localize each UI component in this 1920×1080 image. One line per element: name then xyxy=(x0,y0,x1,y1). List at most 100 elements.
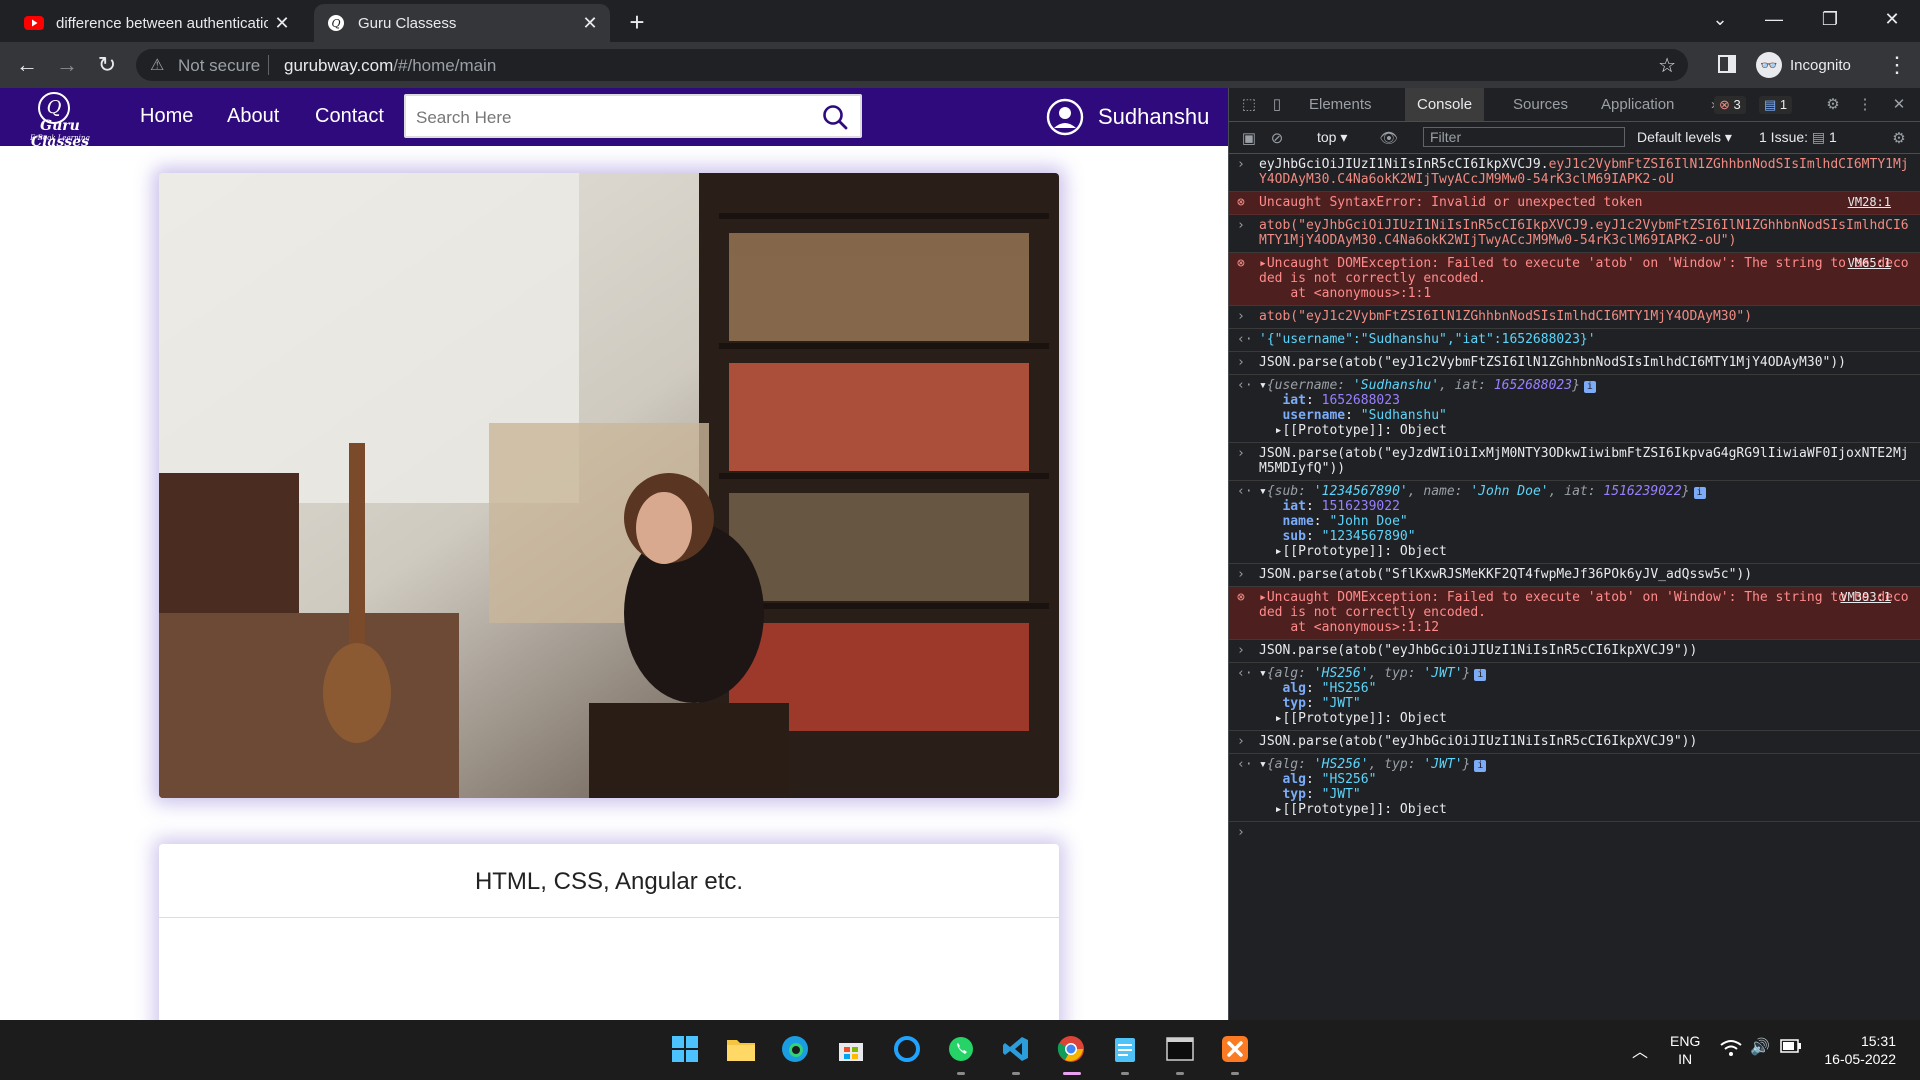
xampp-icon[interactable] xyxy=(1220,1034,1250,1064)
address-bar[interactable]: ⚠ Not secure gurubway.com/#/home/main ☆ xyxy=(136,49,1688,81)
url-text: gurubway.com/#/home/main xyxy=(284,56,496,76)
result-arrow-icon: ‹· xyxy=(1237,666,1253,681)
info-icon[interactable]: i xyxy=(1583,381,1596,393)
tab-sources[interactable]: Sources xyxy=(1501,88,1580,121)
source-link[interactable]: VM65:1 xyxy=(1848,256,1891,271)
browser-menu-icon[interactable]: ⋮ xyxy=(1886,50,1908,80)
console-prompt[interactable]: › xyxy=(1229,822,1920,840)
nav-contact[interactable]: Contact xyxy=(315,105,384,128)
error-text: Uncaught SyntaxError: Invalid or unexpec… xyxy=(1259,195,1643,210)
console-text: "HS256" xyxy=(1321,681,1377,696)
logo-tagline: E-Book Learning xyxy=(30,134,90,142)
user-menu[interactable]: Sudhanshu xyxy=(1046,96,1209,138)
console-settings-gear-icon[interactable]: ⚙ xyxy=(1889,129,1909,149)
vscode-icon[interactable] xyxy=(1001,1034,1031,1064)
course-card[interactable]: HTML, CSS, Angular etc. xyxy=(159,844,1059,1020)
console-object-result[interactable]: ‹· ▾{username: 'Sudhanshu', iat: 16526880… xyxy=(1229,375,1920,443)
new-tab-button[interactable]: + xyxy=(622,8,652,38)
source-link[interactable]: VM28:1 xyxy=(1848,195,1891,210)
tab-guru-classess[interactable]: Q Guru Classess ✕ xyxy=(314,4,610,42)
error-icon: ⊗ xyxy=(1237,256,1245,271)
bookmark-star-icon[interactable]: ☆ xyxy=(1658,53,1676,78)
console-text: '1234567890' xyxy=(1313,484,1408,499)
search-input[interactable] xyxy=(414,104,808,132)
side-panel-icon[interactable] xyxy=(1718,55,1736,73)
source-link[interactable]: VM393:1 xyxy=(1840,590,1891,605)
battery-icon[interactable] xyxy=(1780,1039,1802,1056)
wifi-icon[interactable] xyxy=(1720,1039,1742,1060)
console-text: 'JWT' xyxy=(1423,757,1463,772)
error-stack: at <anonymous>:1:1 xyxy=(1290,286,1432,301)
clock[interactable]: 15:31 16-05-2022 xyxy=(1818,1032,1896,1068)
console-input-line[interactable]: › JSON.parse(atob("eyJzdWIiOiIxMjM0NTY3OD… xyxy=(1229,443,1920,481)
language-indicator[interactable]: ENG IN xyxy=(1670,1032,1700,1068)
console-object-result[interactable]: ‹· ▾{alg: 'HS256', typ: 'JWT'} i alg: "HS2… xyxy=(1229,754,1920,822)
console-object-result[interactable]: ‹· ▾{alg: 'HS256', typ: 'JWT'} i alg: "HS2… xyxy=(1229,663,1920,731)
console-input-line[interactable]: › JSON.parse(atob("SflKxwRJSMeKKF2QT4fwpM… xyxy=(1229,564,1920,587)
whatsapp-icon[interactable] xyxy=(946,1034,976,1064)
console-input-line[interactable]: › JSON.parse(atob("eyJ1c2VybmFtZSI6IlN1ZG… xyxy=(1229,352,1920,375)
tab-search-chevron-icon[interactable]: ⌄ xyxy=(1692,0,1748,38)
tab-youtube[interactable]: difference between authenticatio ✕ xyxy=(12,4,302,42)
console-text: "Sudhanshu" xyxy=(1360,408,1447,423)
tab-title: Guru Classess xyxy=(358,14,457,32)
site-logo[interactable]: Q Guru Classes E-Book Learning xyxy=(10,92,110,150)
devtools-menu-icon[interactable]: ⋮ xyxy=(1855,95,1875,115)
time-label: 15:31 xyxy=(1860,1033,1896,1049)
forward-arrow-icon[interactable]: → xyxy=(52,50,82,80)
error-count-badge[interactable]: ⊗ 3 xyxy=(1714,96,1746,114)
console-input-line[interactable]: › eyJhbGciOiJIUzI1NiIsInR5cCI6IkpXVCJ9.ey… xyxy=(1229,154,1920,192)
tab-console[interactable]: Console xyxy=(1405,88,1485,121)
close-window-icon[interactable]: ✕ xyxy=(1864,0,1920,38)
info-icon[interactable]: i xyxy=(1474,760,1487,772)
nav-home[interactable]: Home xyxy=(140,105,193,128)
message-count-badge[interactable]: ▤ 1 xyxy=(1759,96,1793,114)
nav-about[interactable]: About xyxy=(227,105,279,128)
console-error-line[interactable]: ⊗ Uncaught SyntaxError: Invalid or unexpe… xyxy=(1229,192,1920,215)
console-input-line[interactable]: › atob("eyJhbGciOiJIUzI1NiIsInR5cCI6IkpXV… xyxy=(1229,215,1920,253)
search-icon[interactable] xyxy=(822,104,848,130)
edge-icon[interactable] xyxy=(780,1034,810,1064)
reload-icon[interactable]: ↻ xyxy=(92,50,122,80)
context-selector[interactable]: top ▾ xyxy=(1317,129,1347,146)
chrome-icon[interactable] xyxy=(1056,1034,1086,1064)
incognito-profile-button[interactable]: 👓 Incognito xyxy=(1756,50,1851,80)
back-arrow-icon[interactable]: ← xyxy=(12,50,42,80)
tab-application[interactable]: Application xyxy=(1589,88,1686,121)
notepad-icon[interactable] xyxy=(1110,1034,1140,1064)
inspect-element-icon[interactable]: ⬚ xyxy=(1239,95,1259,115)
clear-console-icon[interactable]: ⊘ xyxy=(1267,129,1287,149)
console-error-line[interactable]: ⊗ ▸Uncaught DOMException: Failed to execu… xyxy=(1229,587,1920,640)
issues-label: 1 Issue: xyxy=(1759,129,1809,145)
live-expression-eye-icon[interactable]: 👁 xyxy=(1379,129,1399,149)
settings-gear-icon[interactable]: ⚙ xyxy=(1823,95,1843,115)
terminal-icon[interactable] xyxy=(1165,1034,1195,1064)
issues-button[interactable]: 1 Issue: ▤ 1 xyxy=(1759,129,1837,146)
show-hidden-icons-chevron-icon[interactable]: ︿ xyxy=(1632,1038,1648,1062)
device-toolbar-icon[interactable]: ▯ xyxy=(1267,95,1287,115)
info-icon[interactable]: i xyxy=(1474,669,1487,681)
console-object-result[interactable]: ‹· ▾{sub: '1234567890', name: 'John Doe',… xyxy=(1229,481,1920,564)
close-tab-icon[interactable]: ✕ xyxy=(268,13,296,34)
region-label: IN xyxy=(1678,1051,1693,1067)
restore-icon[interactable]: ❐ xyxy=(1802,0,1858,38)
console-filter-input[interactable] xyxy=(1423,127,1625,147)
console-input-line[interactable]: › JSON.parse(atob("eyJhbGciOiJIUzI1NiIsIn… xyxy=(1229,731,1920,754)
windows-start-icon[interactable] xyxy=(670,1034,700,1064)
console-text: "1234567890" xyxy=(1321,529,1416,544)
close-devtools-icon[interactable]: ✕ xyxy=(1889,95,1909,115)
info-icon[interactable]: i xyxy=(1693,487,1706,499)
log-levels-dropdown[interactable]: Default levels ▾ xyxy=(1637,129,1732,146)
console-input-line[interactable]: › JSON.parse(atob("eyJhbGciOiJIUzI1NiIsIn… xyxy=(1229,640,1920,663)
close-tab-icon[interactable]: ✕ xyxy=(576,13,604,34)
store-icon[interactable] xyxy=(836,1034,866,1064)
volume-icon[interactable]: 🔊 xyxy=(1750,1037,1770,1057)
console-input-line[interactable]: › atob("eyJ1c2VybmFtZSI6IlN1ZGhhbnNodSIsI… xyxy=(1229,306,1920,329)
cortana-icon[interactable] xyxy=(892,1034,922,1064)
console-result-line[interactable]: ‹· '{"username":"Sudhanshu","iat":1652688… xyxy=(1229,329,1920,352)
minimize-icon[interactable]: — xyxy=(1746,0,1802,38)
sidebar-toggle-icon[interactable]: ▣ xyxy=(1239,129,1259,149)
file-explorer-icon[interactable] xyxy=(726,1034,756,1064)
console-error-line[interactable]: ⊗ ▸Uncaught DOMException: Failed to execu… xyxy=(1229,253,1920,306)
tab-elements[interactable]: Elements xyxy=(1297,88,1384,121)
